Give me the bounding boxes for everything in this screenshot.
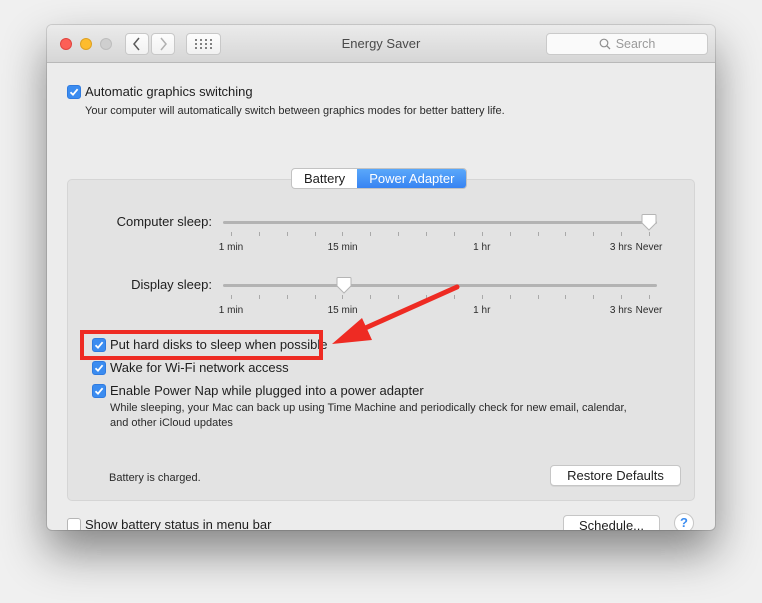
hard-disk-sleep-checkbox[interactable] xyxy=(92,338,106,352)
computer-sleep-tick xyxy=(593,232,595,236)
computer-sleep-tick-label: 3 hrs xyxy=(609,242,633,253)
annotation-arrow-icon xyxy=(332,284,460,344)
schedule-button[interactable]: Schedule... xyxy=(563,515,660,530)
computer-sleep-tick xyxy=(398,232,400,236)
checkmark-icon xyxy=(94,364,104,373)
computer-sleep-tick xyxy=(565,232,567,236)
computer-sleep-tick-label: 1 min xyxy=(218,242,244,253)
computer-sleep-tick xyxy=(231,232,232,236)
computer-sleep-tick xyxy=(314,232,316,236)
wake-wifi-checkbox[interactable] xyxy=(92,361,106,375)
computer-sleep-tick xyxy=(286,232,288,236)
restore-defaults-button[interactable]: Restore Defaults xyxy=(550,465,681,486)
computer-sleep-tick xyxy=(621,232,623,236)
title-bar: Energy Saver Search xyxy=(47,25,715,63)
checkmark-icon xyxy=(94,341,104,350)
help-button[interactable]: ? xyxy=(674,513,694,530)
wake-wifi-label: Wake for Wi-Fi network access xyxy=(110,360,289,375)
tab-battery[interactable]: Battery xyxy=(292,169,357,188)
display-sleep-label: Display sleep: xyxy=(131,277,212,292)
display-sleep-tick xyxy=(286,295,288,299)
display-sleep-tick-label: Never xyxy=(635,305,663,316)
computer-sleep-tick xyxy=(426,232,428,236)
display-sleep-tick xyxy=(593,295,595,299)
display-sleep-tick xyxy=(537,295,539,299)
display-sleep-tick-label: 1 min xyxy=(218,305,244,316)
computer-sleep-thumb[interactable] xyxy=(641,213,657,231)
tab-control: Battery Power Adapter xyxy=(291,168,468,189)
computer-sleep-label: Computer sleep: xyxy=(116,214,212,229)
graphics-switching-label: Automatic graphics switching xyxy=(85,84,253,99)
computer-sleep-tick-label: 15 min xyxy=(327,242,358,253)
computer-sleep-tick xyxy=(258,232,260,236)
power-nap-label: Enable Power Nap while plugged into a po… xyxy=(110,383,424,398)
display-sleep-tick xyxy=(314,295,316,299)
power-nap-checkbox[interactable] xyxy=(92,384,106,398)
display-sleep-tick-label: 1 hr xyxy=(473,305,491,316)
display-sleep-tick xyxy=(231,295,232,299)
computer-sleep-tick xyxy=(370,232,372,236)
computer-sleep-tick-label: 1 hr xyxy=(473,242,491,253)
search-icon xyxy=(599,38,611,50)
computer-sleep-tick xyxy=(453,232,455,236)
power-nap-description: While sleeping, your Mac can back up usi… xyxy=(110,402,627,429)
display-sleep-tick xyxy=(509,295,511,299)
tab-power-adapter[interactable]: Power Adapter xyxy=(357,169,467,188)
computer-sleep-track[interactable] xyxy=(223,221,657,224)
computer-sleep-tick xyxy=(342,232,344,236)
display-sleep-tick xyxy=(649,295,650,299)
energy-saver-window: Energy Saver Search Automatic graphics s… xyxy=(47,25,715,530)
display-sleep-tick xyxy=(481,295,483,299)
checkmark-icon xyxy=(94,387,104,396)
show-battery-status-checkbox[interactable] xyxy=(67,518,81,530)
graphics-switching-description: Your computer will automatically switch … xyxy=(85,105,505,117)
computer-sleep-tick xyxy=(649,232,650,236)
battery-status-text: Battery is charged. xyxy=(109,472,201,484)
graphics-switching-checkbox[interactable] xyxy=(67,85,81,99)
display-sleep-tick xyxy=(565,295,567,299)
display-sleep-tick-label: 3 hrs xyxy=(609,305,633,316)
computer-sleep-tick-label: Never xyxy=(635,242,663,253)
checkmark-icon xyxy=(69,88,79,97)
computer-sleep-tick xyxy=(509,232,511,236)
search-field[interactable]: Search xyxy=(546,33,708,55)
show-battery-status-label: Show battery status in menu bar xyxy=(85,517,272,530)
display-sleep-tick xyxy=(258,295,260,299)
hard-disk-sleep-label: Put hard disks to sleep when possible xyxy=(110,337,328,352)
computer-sleep-tick xyxy=(481,232,483,236)
search-placeholder: Search xyxy=(615,37,656,51)
computer-sleep-tick xyxy=(537,232,539,236)
display-sleep-tick xyxy=(621,295,623,299)
